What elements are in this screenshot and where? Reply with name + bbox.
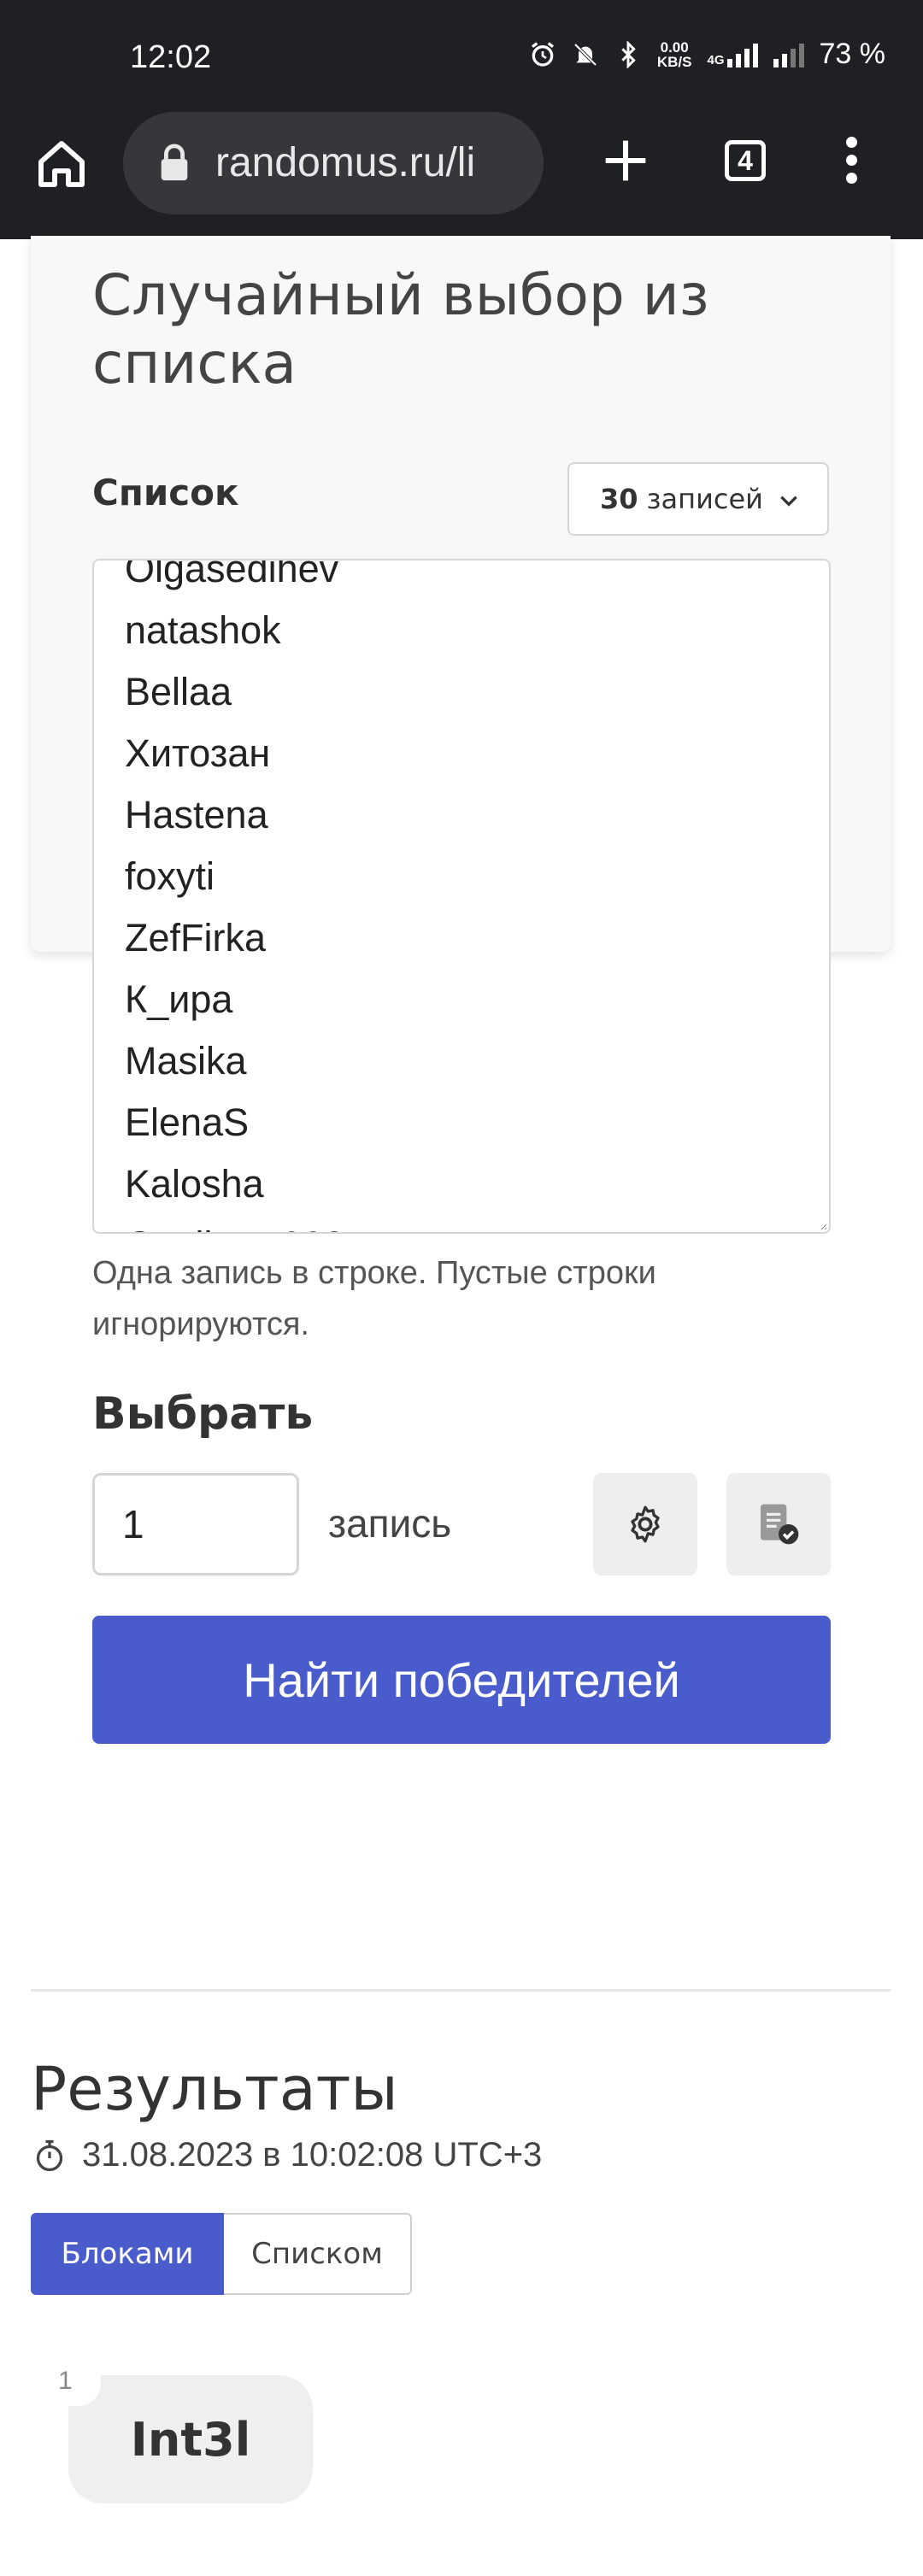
list-label: Список — [92, 472, 239, 513]
entry-line: ZefFirka — [125, 916, 267, 959]
home-icon[interactable] — [34, 137, 89, 191]
cell-signal-2 — [773, 42, 804, 67]
entry-line: К_ира — [125, 977, 233, 1021]
settings-button[interactable] — [593, 1473, 697, 1576]
network-speed: 0.00 KB/S — [656, 38, 692, 70]
resize-handle-icon[interactable] — [819, 1222, 827, 1230]
address-bar[interactable]: randomus.ru/li — [123, 112, 544, 214]
winner-block: Int3l — [68, 2375, 313, 2503]
more-menu-icon[interactable] — [839, 137, 863, 188]
entries-hint: Одна запись в строке. Пустые строки игно… — [92, 1255, 656, 1342]
chevron-down-icon — [780, 496, 797, 507]
entry-line: natashok — [125, 608, 281, 652]
tab-list[interactable]: Списком — [224, 2213, 412, 2295]
new-tab-icon[interactable] — [602, 137, 650, 185]
entries-list: Olgasedihev natashok Bellaa Хитозан Hastena f… — [125, 559, 345, 1232]
entries-count: 30 — [600, 483, 638, 515]
status-time: 12:02 — [130, 39, 212, 75]
section-divider — [31, 1989, 891, 1992]
entries-textarea[interactable]: Olgasedihev natashok Bellaa Хитозан Hastena f… — [92, 559, 831, 1234]
winner-name: Int3l — [130, 2412, 251, 2467]
alarm-icon — [531, 41, 554, 67]
choose-label: Выбрать — [92, 1388, 314, 1440]
gear-icon — [631, 1505, 660, 1543]
status-bar: 12:02 0.00 KB/S 4G 73 % — [0, 0, 923, 120]
entry-line: foxyti — [125, 854, 215, 898]
entry-line: Bellaa — [125, 670, 232, 713]
stopwatch-icon — [36, 2139, 63, 2171]
list-check-button[interactable] — [726, 1473, 831, 1576]
entry-line: Olgasedihev — [125, 559, 339, 590]
winners-count-unit: запись — [328, 1501, 452, 1546]
entries-count-dropdown[interactable]: 30 записей — [567, 462, 829, 536]
status-icons: 0.00 KB/S 4G 73 % — [529, 38, 885, 71]
results-timestamp: 31.08.2023 в 10:02:08 UTC+3 — [34, 2136, 542, 2174]
bluetooth-icon — [621, 40, 636, 68]
entry-line: ElenaS — [125, 1100, 250, 1144]
find-winners-button[interactable]: Найти победителей — [92, 1616, 831, 1744]
results-title: Результаты — [31, 2054, 398, 2124]
battery-level: 73 % — [819, 38, 886, 70]
winners-count-input[interactable]: 1 — [92, 1473, 299, 1576]
view-toggle: Блоками Списком — [31, 2213, 412, 2295]
lock-icon — [161, 144, 188, 181]
mute-bell-icon — [573, 43, 597, 66]
page-title: Случайный выбор из списка — [92, 262, 709, 396]
entry-line: Capibara003 — [125, 1215, 345, 1232]
cell-signal-1: 4G — [707, 42, 758, 67]
url-text: randomus.ru/li — [215, 140, 476, 185]
entry-line: Хитозан — [125, 731, 271, 775]
timestamp-text: 31.08.2023 в 10:02:08 UTC+3 — [82, 2136, 543, 2174]
tab-switcher-button[interactable]: 4 — [725, 140, 766, 181]
document-check-icon — [761, 1504, 799, 1545]
entries-count-label: записей — [646, 483, 763, 515]
entry-line: Hastena — [125, 793, 268, 836]
tab-blocks[interactable]: Блоками — [31, 2213, 224, 2295]
entry-line: Masika — [125, 1039, 247, 1083]
entry-line: Kalosha — [125, 1162, 264, 1206]
winner-index: 1 — [53, 2367, 101, 2406]
